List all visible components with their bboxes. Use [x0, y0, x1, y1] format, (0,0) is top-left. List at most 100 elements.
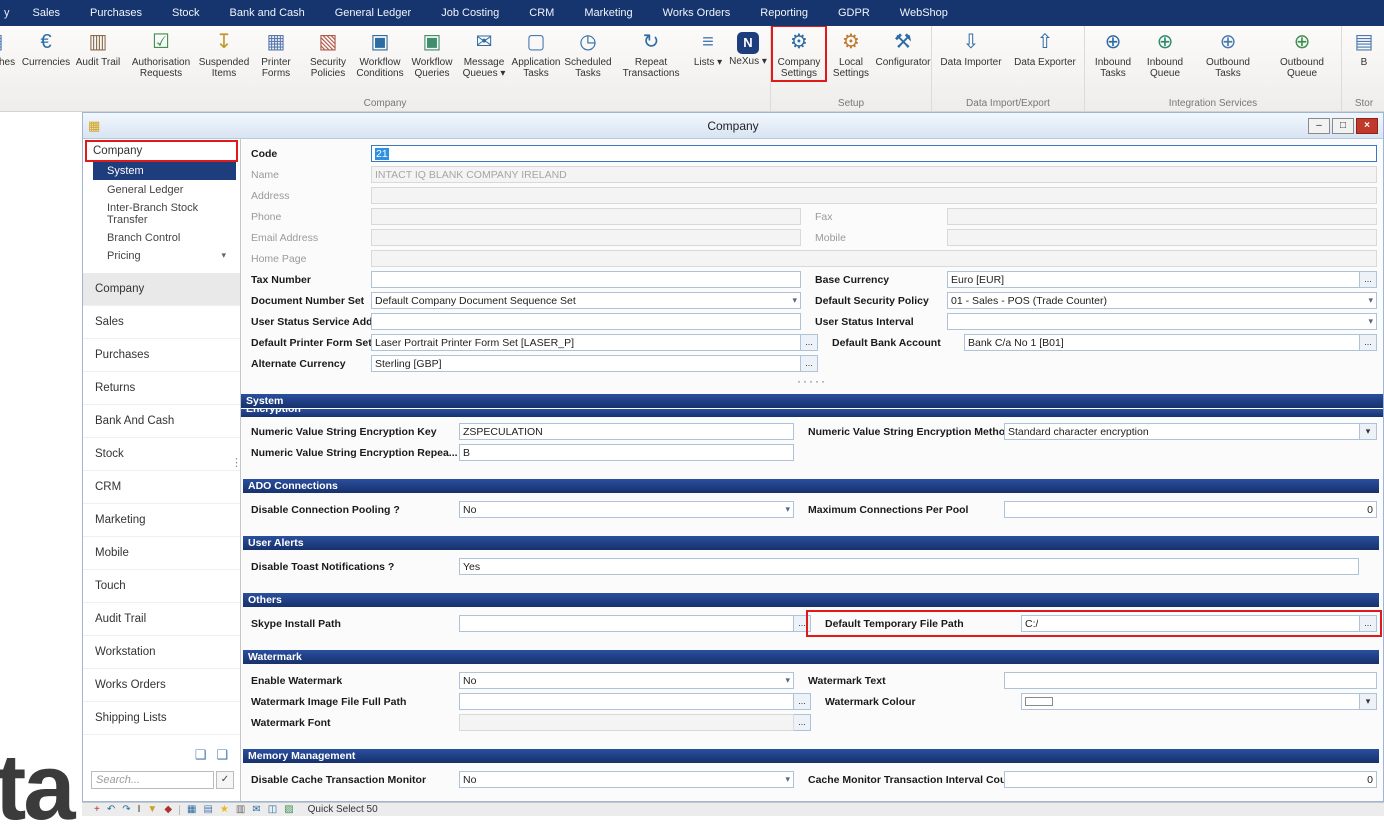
close-button[interactable]: × — [1356, 118, 1378, 134]
window-titlebar[interactable]: ▦ Company – □ × — [83, 113, 1383, 139]
field-input-mobile[interactable] — [947, 229, 1377, 246]
filter-icon[interactable]: ▼ — [147, 804, 157, 815]
field-input-disable-toast-notifications[interactable]: Yes — [459, 558, 1359, 575]
field-input-watermark-font[interactable] — [459, 714, 794, 731]
maximize-button[interactable]: □ — [1332, 118, 1354, 134]
ribbon-item-data-importer[interactable]: ⇩Data Importer — [934, 27, 1008, 69]
dropdown-button-numeric-value-string-encryption-method[interactable]: ▾ — [1360, 423, 1377, 440]
field-input-fax[interactable] — [947, 208, 1377, 225]
sidebar-category-purchases[interactable]: Purchases — [83, 339, 240, 372]
ellipsis-button-skype-install-path[interactable]: ... — [794, 615, 811, 632]
menu-tab-job-costing[interactable]: Job Costing — [426, 0, 514, 26]
field-input-numeric-value-string-encryption-key[interactable]: ZSPECULATION — [459, 423, 794, 440]
ribbon-item-branches[interactable]: ▤Branches — [0, 27, 20, 69]
dropdown-caret-icon[interactable]: ▾ — [1364, 295, 1373, 306]
field-input-default-temporary-file-path[interactable]: C:/ — [1021, 615, 1360, 632]
menu-tab-crm[interactable]: CRM — [514, 0, 569, 26]
field-input-default-security-policy[interactable]: 01 - Sales - POS (Trade Counter)▾ — [947, 292, 1377, 309]
ribbon-item-authorisation-requests[interactable]: ☑Authorisation Requests — [124, 27, 198, 80]
field-input-user-status-service-address[interactable] — [371, 313, 801, 330]
ribbon-item-company-settings[interactable]: ⚙Company Settings — [773, 27, 825, 80]
ribbon-item-audit-trail[interactable]: ▥Audit Trail — [72, 27, 124, 69]
minimize-button[interactable]: – — [1308, 118, 1330, 134]
sidebar-category-sales[interactable]: Sales — [83, 306, 240, 339]
text-cursor-icon[interactable]: I — [138, 804, 141, 815]
menu-tab-sales[interactable]: Sales — [18, 0, 76, 26]
ribbon-item-workflow-conditions[interactable]: ▣Workflow Conditions — [354, 27, 406, 80]
field-input-default-bank-account[interactable]: Bank C/a No 1 [B01] — [964, 334, 1360, 351]
ellipsis-button-alternate-currency[interactable]: ... — [801, 355, 818, 372]
ribbon-item-printer-forms[interactable]: ▦Printer Forms — [250, 27, 302, 80]
dropdown-caret-icon[interactable]: ▾ — [781, 675, 790, 686]
sidebar-category-company[interactable]: Company — [83, 273, 240, 306]
field-input-skype-install-path[interactable] — [459, 615, 794, 632]
sidebar-item-inter-branch-stock-transfer[interactable]: Inter-Branch Stock Transfer — [83, 199, 240, 229]
layout-window-icon-b[interactable]: ❑ — [216, 747, 228, 763]
ellipsis-button-default-printer-form-set[interactable]: ... — [801, 334, 818, 351]
sidebar-category-workstation[interactable]: Workstation — [83, 636, 240, 669]
undo-icon[interactable]: ↶ — [107, 804, 115, 815]
priority-icon[interactable]: ◆ — [164, 804, 172, 815]
ellipsis-button-watermark-font[interactable]: ... — [794, 714, 811, 731]
field-input-phone[interactable] — [371, 208, 801, 225]
bookmark-icon[interactable]: + — [94, 804, 100, 815]
ellipsis-button-default-temporary-file-path[interactable]: ... — [1360, 615, 1377, 632]
field-input-email-address[interactable] — [371, 229, 801, 246]
chart-icon[interactable]: ▨ — [284, 804, 293, 815]
sidebar-category-crm[interactable]: CRM — [83, 471, 240, 504]
field-input-watermark-colour[interactable] — [1021, 693, 1360, 710]
menu-tab-stock[interactable]: Stock — [157, 0, 215, 26]
ribbon-item-configurator[interactable]: ⚒Configurator — [877, 27, 929, 69]
sidebar-category-works-orders[interactable]: Works Orders — [83, 669, 240, 702]
dropdown-caret-icon[interactable]: ▾ — [788, 295, 797, 306]
ribbon-item-message-queues[interactable]: ✉Message Queues ▾ — [458, 27, 510, 80]
field-input-watermark-text[interactable] — [1004, 672, 1377, 689]
horizontal-splitter[interactable]: ····· — [241, 376, 1383, 388]
sidebar-item-branch-control[interactable]: Branch Control — [83, 229, 240, 247]
sidebar-category-bank-and-cash[interactable]: Bank And Cash — [83, 405, 240, 438]
field-input-code[interactable]: 21 — [371, 145, 1377, 162]
menu-tab-marketing[interactable]: Marketing — [569, 0, 647, 26]
field-input-base-currency[interactable]: Euro [EUR] — [947, 271, 1360, 288]
ribbon-item-scheduled-tasks[interactable]: ◷Scheduled Tasks — [562, 27, 614, 80]
ellipsis-button-base-currency[interactable]: ... — [1360, 271, 1377, 288]
dropdown-caret-icon[interactable]: ▾ — [781, 504, 790, 515]
field-input-cache-monitor-transaction-interval-count[interactable]: 0 — [1004, 771, 1377, 788]
field-input-disable-connection-pooling[interactable]: No▾ — [459, 501, 794, 518]
ellipsis-button-default-bank-account[interactable]: ... — [1360, 334, 1377, 351]
field-input-alternate-currency[interactable]: Sterling [GBP] — [371, 355, 801, 372]
ribbon-item-currencies[interactable]: €Currencies — [20, 27, 72, 69]
ribbon-item-inbound-tasks[interactable]: ⊕Inbound Tasks — [1087, 27, 1139, 80]
sidebar-item-pricing[interactable]: Pricing▾ — [83, 247, 240, 265]
field-input-home-page[interactable] — [371, 250, 1377, 267]
menu-tab-works-orders[interactable]: Works Orders — [648, 0, 746, 26]
email-icon[interactable]: ✉ — [252, 804, 260, 815]
ribbon-item-suspended-items[interactable]: ↧Suspended Items — [198, 27, 250, 80]
ribbon-item-workflow-queries[interactable]: ▣Workflow Queries — [406, 27, 458, 80]
search-input[interactable] — [91, 771, 214, 789]
field-input-user-status-interval[interactable]: ▾ — [947, 313, 1377, 330]
search-confirm-button[interactable]: ✓ — [216, 771, 234, 789]
field-input-address[interactable] — [371, 187, 1377, 204]
field-input-name[interactable]: INTACT IQ BLANK COMPANY IRELAND — [371, 166, 1377, 183]
sidebar-category-marketing[interactable]: Marketing — [83, 504, 240, 537]
ribbon-item-repeat-transactions[interactable]: ↻Repeat Transactions — [614, 27, 688, 80]
favourites-icon[interactable]: ★ — [220, 804, 229, 815]
sidebar-item-system[interactable]: System — [93, 162, 236, 180]
ribbon-item-outbound-tasks[interactable]: ⊕Outbound Tasks — [1191, 27, 1265, 80]
ribbon-item-inbound-queue[interactable]: ⊕Inbound Queue — [1139, 27, 1191, 80]
ribbon-item-lists[interactable]: ≡Lists ▾ — [688, 27, 728, 69]
sidebar-item-general-ledger[interactable]: General Ledger — [83, 181, 240, 199]
field-input-maximum-connections-per-pool[interactable]: 0 — [1004, 501, 1377, 518]
layout-window-icon-a[interactable]: ❑ — [195, 747, 207, 763]
menu-tab-general-ledger[interactable]: General Ledger — [320, 0, 426, 26]
ribbon-item-outbound-queue[interactable]: ⊕Outbound Queue — [1265, 27, 1339, 80]
field-input-default-printer-form-set[interactable]: Laser Portrait Printer Form Set [LASER_P… — [371, 334, 801, 351]
menu-tab-partial[interactable]: y — [0, 7, 18, 19]
menu-tab-webshop[interactable]: WebShop — [885, 0, 963, 26]
ribbon-item-nexus[interactable]: NNeXus ▾ — [728, 27, 768, 68]
grid-view-icon[interactable]: ▦ — [187, 804, 196, 815]
form-view-icon[interactable]: ▤ — [203, 804, 212, 815]
ribbon-item-clipped-right-item[interactable]: ▤B — [1344, 27, 1384, 69]
sidebar-category-returns[interactable]: Returns — [83, 372, 240, 405]
